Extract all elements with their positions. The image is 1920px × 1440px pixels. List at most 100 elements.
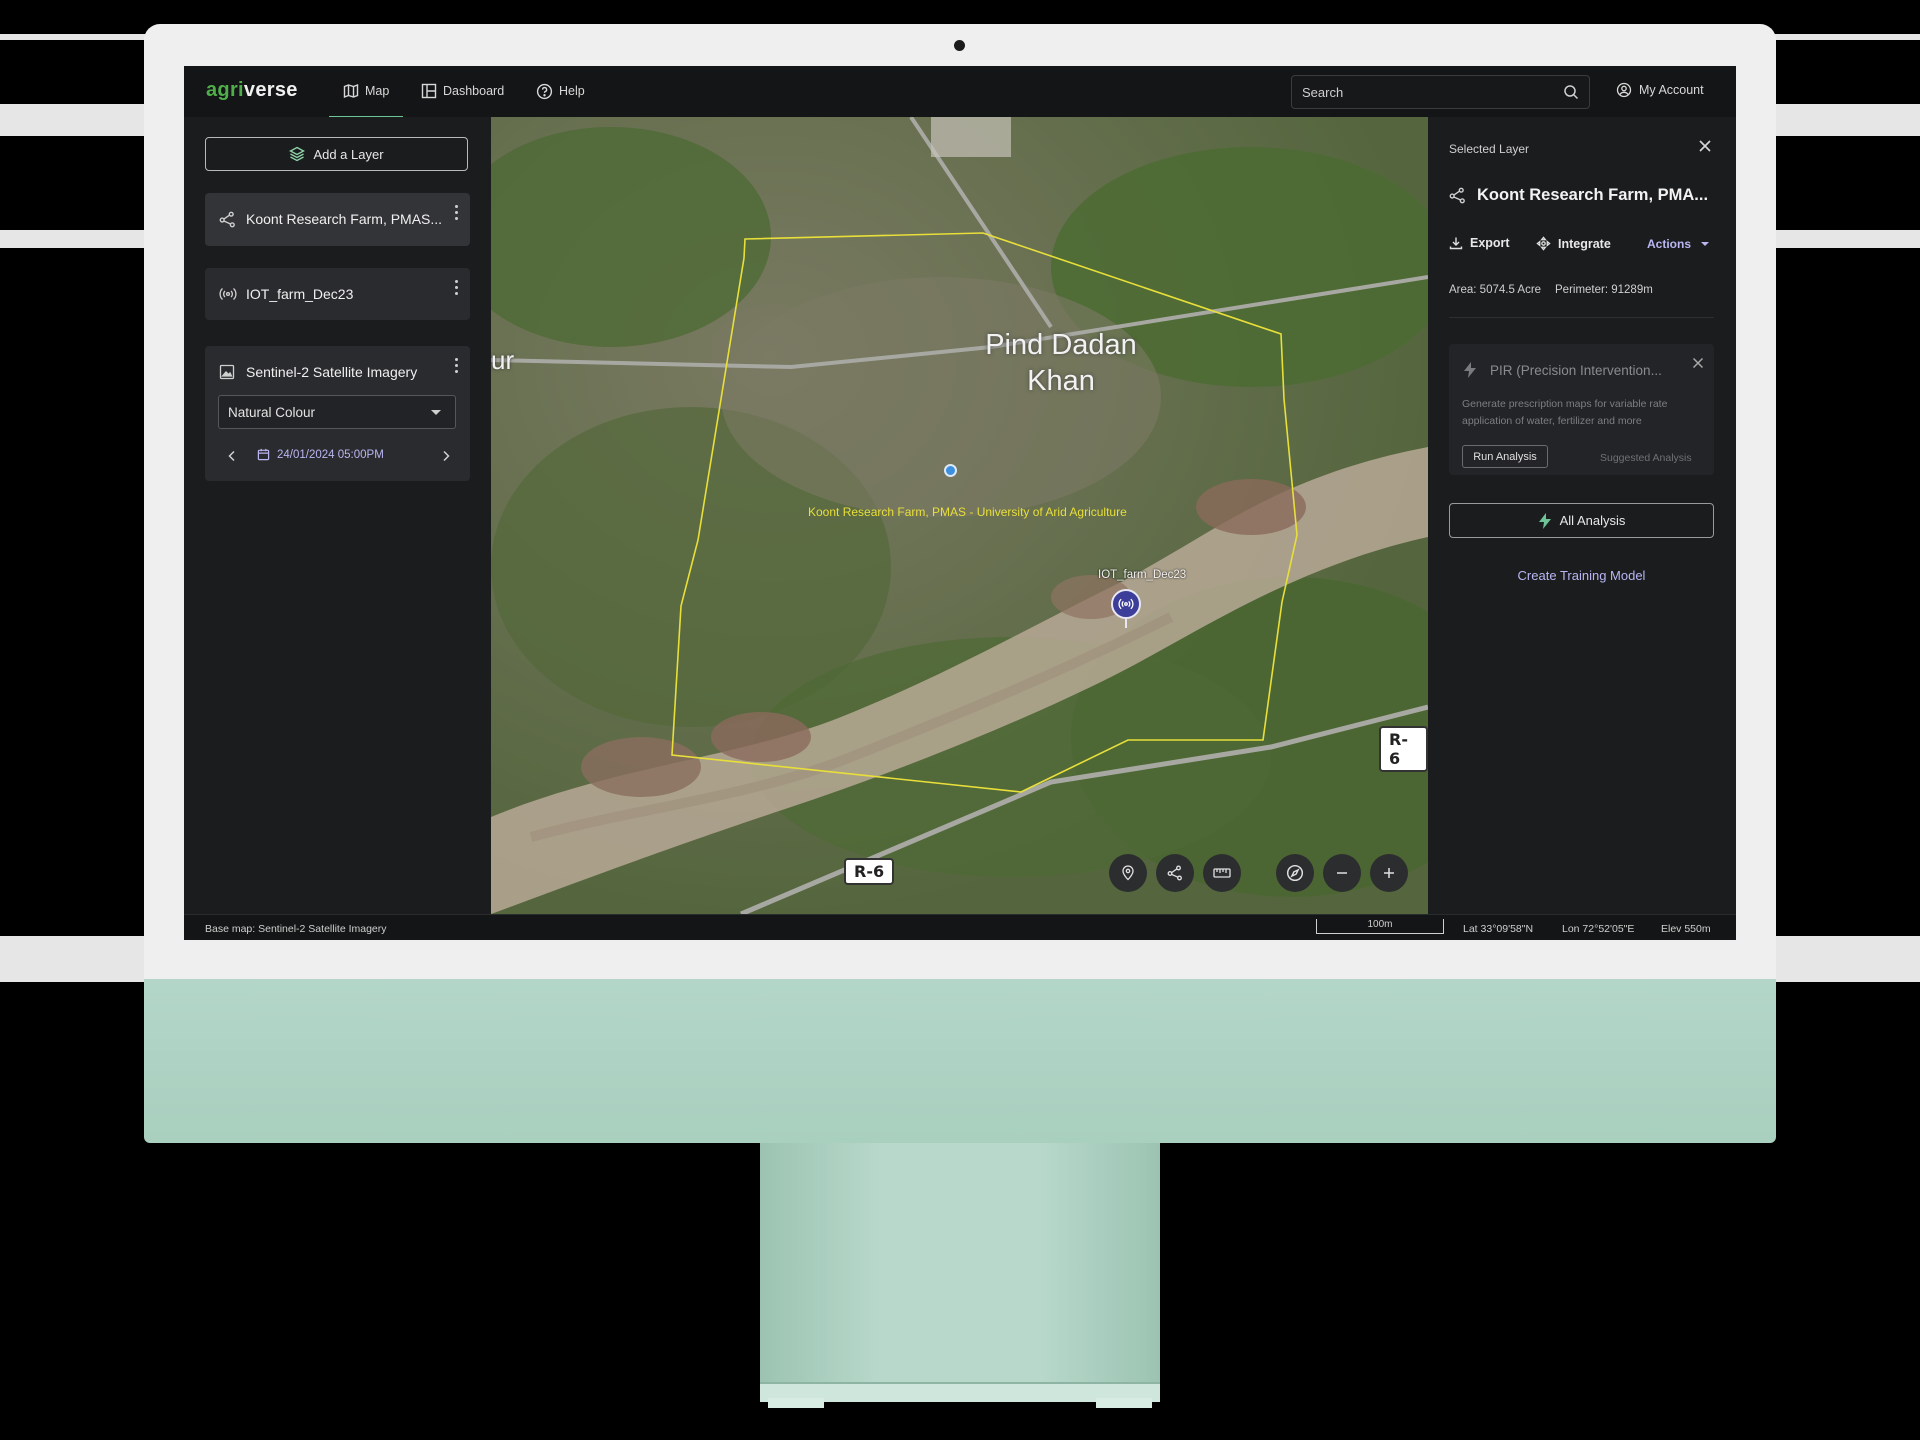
nav-help-label: Help [559, 84, 585, 98]
app-logo[interactable]: agriverse [206, 79, 298, 102]
export-button[interactable]: Export [1449, 236, 1510, 250]
lightning-icon [1538, 512, 1551, 529]
chevron-down-icon [1701, 242, 1710, 246]
map-canvas[interactable]: ur Pind Dadan Khan Koont Research Farm, … [491, 117, 1428, 914]
layer-menu-button[interactable] [455, 205, 458, 220]
location-marker[interactable] [944, 464, 957, 477]
date-picker[interactable]: 24/01/2024 05:00PM [257, 448, 384, 461]
add-point-button[interactable] [1109, 854, 1147, 892]
export-label: Export [1470, 236, 1510, 250]
farm-boundary-label: Koont Research Farm, PMAS - University o… [808, 505, 1127, 519]
close-icon[interactable] [1698, 139, 1712, 153]
layer-menu-button[interactable] [455, 280, 458, 295]
layer-item-koont-farm[interactable]: Koont Research Farm, PMAS... [205, 193, 470, 246]
polygon-share-icon [1449, 187, 1465, 204]
polygon-share-icon [1167, 865, 1182, 881]
place-name-line-2: Khan [1027, 365, 1095, 397]
nav-map-label: Map [365, 84, 390, 98]
integrate-button[interactable]: Integrate [1536, 236, 1611, 251]
layer-name: Sentinel-2 Satellite Imagery [246, 364, 418, 380]
layer-item-sentinel-imagery[interactable]: Sentinel-2 Satellite Imagery Natural Col… [205, 346, 470, 481]
marker-pin-stem [1125, 618, 1127, 628]
background-bar [1770, 34, 1920, 40]
band-select[interactable]: Natural Colour [218, 395, 456, 429]
monitor-foot-pad [768, 1398, 824, 1408]
status-bar: Base map: Sentinel-2 Satellite Imagery 1… [184, 914, 1736, 940]
create-training-model-link[interactable]: Create Training Model [1449, 568, 1714, 583]
top-bar: agriverse Map Dashboard Help Search My A… [184, 66, 1736, 118]
layers-panel: Add a Layer Koont Research Farm, PMAS...… [184, 117, 491, 917]
selected-layer-panel: Selected Layer Koont Research Farm, PMA.… [1428, 117, 1736, 914]
background-bar [1770, 104, 1920, 136]
place-name: Pind Dadan Khan [961, 327, 1161, 399]
close-icon[interactable] [1692, 357, 1704, 369]
panel-header: Selected Layer [1449, 142, 1530, 156]
ruler-icon [1213, 868, 1231, 878]
road-shield-label: R-6 [1379, 726, 1428, 772]
map-icon [343, 83, 359, 99]
background-bar [0, 936, 150, 982]
nav-help[interactable]: Help [536, 66, 585, 116]
calendar-icon [257, 448, 270, 461]
layer-name: Koont Research Farm, PMAS... [246, 211, 443, 227]
measure-button[interactable] [1203, 854, 1241, 892]
imagery-date: 24/01/2024 05:00PM [277, 448, 384, 461]
minus-icon [1337, 872, 1347, 874]
suggestion-title: PIR (Precision Intervention... [1490, 363, 1662, 378]
road-shield-label: R-6 [844, 858, 895, 885]
description-line-1: Generate prescription maps for variable … [1462, 398, 1668, 410]
suggestion-description: Generate prescription maps for variable … [1462, 396, 1667, 430]
search-icon[interactable] [1563, 84, 1579, 100]
chevron-down-icon [431, 410, 441, 415]
my-account-button[interactable]: My Account [1616, 82, 1704, 98]
longitude-readout: Lon 72°52'05"E [1562, 923, 1635, 935]
description-line-2: application of water, fertilizer and mor… [1462, 415, 1642, 427]
layer-name: IOT_farm_Dec23 [246, 286, 354, 302]
broadcast-icon [219, 288, 237, 300]
iot-marker[interactable] [1111, 589, 1141, 628]
zoom-in-button[interactable] [1370, 854, 1408, 892]
dashboard-icon [421, 83, 437, 99]
actions-dropdown[interactable]: Actions [1647, 237, 1710, 251]
latitude-readout: Lat 33°09'58"N [1463, 923, 1534, 935]
all-analysis-label: All Analysis [1559, 513, 1626, 528]
scale-bar: 100m [1316, 919, 1444, 934]
background-bar [1770, 936, 1920, 982]
elevation-readout: Elev 550m [1661, 923, 1711, 935]
layer-menu-button[interactable] [455, 358, 458, 373]
layer-item-iot-farm[interactable]: IOT_farm_Dec23 [205, 268, 470, 320]
actions-label: Actions [1647, 237, 1692, 251]
broadcast-icon [1118, 598, 1134, 610]
download-icon [1449, 237, 1463, 250]
add-layer-button[interactable]: Add a Layer [205, 137, 468, 171]
nav-dashboard-label: Dashboard [443, 84, 505, 98]
background-bar [0, 34, 150, 40]
monitor-stand [760, 1143, 1160, 1399]
band-select-value: Natural Colour [228, 405, 316, 420]
search-input[interactable]: Search [1291, 75, 1590, 109]
location-pin-icon [1122, 865, 1134, 881]
divider [1449, 317, 1714, 318]
help-icon [536, 83, 553, 99]
polygon-share-icon [219, 211, 235, 228]
logo-part-1: agri [206, 79, 244, 101]
monitor-foot-pad [1096, 1398, 1152, 1408]
draw-polygon-button[interactable] [1156, 854, 1194, 892]
chevron-left-icon[interactable] [227, 450, 237, 462]
lightning-icon [1464, 362, 1476, 378]
background-bar [0, 230, 150, 248]
nav-dashboard[interactable]: Dashboard [421, 66, 504, 116]
chevron-right-icon[interactable] [441, 450, 451, 462]
layers-icon [289, 146, 306, 162]
background-bar [1770, 230, 1920, 248]
area-value: Area: 5074.5 Acre [1449, 284, 1542, 296]
all-analysis-button[interactable]: All Analysis [1449, 503, 1714, 538]
compass-button[interactable] [1276, 854, 1314, 892]
zoom-out-button[interactable] [1323, 854, 1361, 892]
nav-map[interactable]: Map [329, 66, 404, 118]
run-analysis-button[interactable]: Run Analysis [1462, 445, 1548, 468]
user-circle-icon [1616, 82, 1632, 98]
selected-layer-name: Koont Research Farm, PMA... [1477, 186, 1709, 204]
search-placeholder: Search [1302, 85, 1344, 100]
base-map-label: Base map: Sentinel-2 Satellite Imagery [205, 923, 387, 935]
